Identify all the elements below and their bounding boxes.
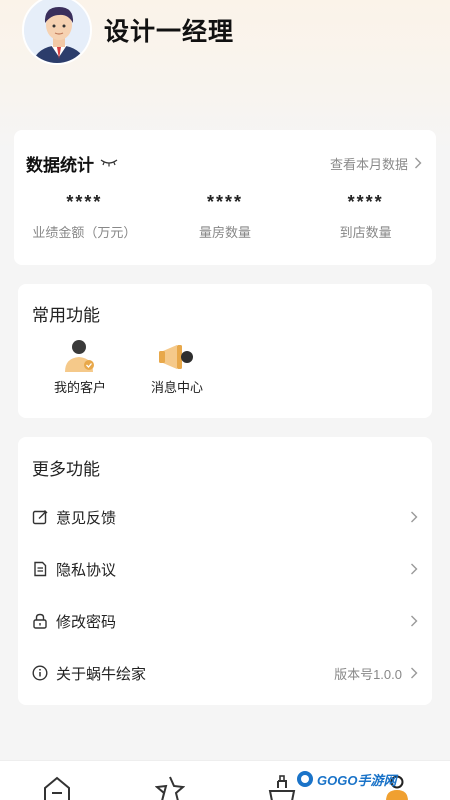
edit-icon (32, 510, 48, 525)
chevron-right-icon (411, 511, 418, 523)
message-center-label: 消息中心 (150, 380, 203, 395)
profile-header: 设计一经理 (22, 0, 442, 68)
more-functions-title: 更多功能 (32, 460, 100, 479)
star-icon[interactable] (155, 775, 185, 800)
user-name: 设计一经理 (104, 18, 235, 46)
privacy-policy-label: 隐私协议 (56, 561, 117, 579)
view-monthly-data-link[interactable]: 查看本月数据 (330, 154, 422, 173)
about-row[interactable]: 关于蜗牛绘家 版本号1.0.0 (32, 661, 418, 685)
change-password-row[interactable]: 修改密码 (32, 609, 418, 633)
feedback-label: 意见反馈 (56, 509, 117, 527)
document-icon (34, 561, 47, 577)
watermark-text: GOGO手游网 (317, 772, 397, 788)
watermark: GOGO手游网 (296, 766, 396, 792)
feedback-row[interactable]: 意见反馈 (32, 505, 418, 529)
view-monthly-data-label: 查看本月数据 (329, 156, 408, 172)
stats-card: 数据统计 查看本月数据 **** 业绩金额（万元） **** 量房数量 ****… (14, 130, 436, 265)
stat-store-visits[interactable]: **** 到店数量 (295, 192, 436, 241)
stat-performance[interactable]: **** 业绩金额（万元） (14, 192, 155, 241)
row-end (402, 615, 418, 627)
stat-value: **** (206, 192, 244, 212)
watermark-logo-icon (297, 771, 313, 787)
home-icon[interactable] (42, 775, 72, 800)
common-functions-title: 常用功能 (32, 306, 100, 325)
common-functions-card: 常用功能 我的客户 消息中心 (18, 284, 432, 418)
message-center-button[interactable]: 消息中心 (142, 338, 212, 396)
my-customers-label: 我的客户 (53, 380, 106, 395)
stats-title: 数据统计 (26, 151, 94, 176)
ship-icon[interactable] (267, 775, 297, 800)
chevron-right-icon (411, 563, 418, 575)
lock-icon (33, 613, 47, 629)
row-end (402, 511, 418, 523)
megaphone-icon (159, 345, 193, 369)
change-password-label: 修改密码 (56, 613, 117, 631)
stat-value: **** (66, 192, 103, 212)
chevron-right-icon (411, 615, 418, 627)
row-end (402, 563, 418, 575)
eye-closed-icon[interactable] (100, 158, 118, 168)
more-functions-card: 更多功能 意见反馈 隐私协议 修改密码 关于蜗牛绘家 版本号1.0.0 (18, 437, 432, 705)
stat-value: **** (347, 192, 384, 212)
avatar[interactable] (22, 0, 92, 65)
manager-avatar-icon (24, 0, 90, 63)
privacy-policy-row[interactable]: 隐私协议 (32, 557, 418, 581)
chevron-right-icon (411, 667, 418, 679)
chevron-right-icon (415, 157, 422, 169)
stat-label: 到店数量 (339, 225, 392, 240)
my-customers-button[interactable]: 我的客户 (45, 338, 115, 396)
stats-columns: **** 业绩金额（万元） **** 量房数量 **** 到店数量 (14, 192, 436, 241)
version-label: 版本号1.0.0 (334, 666, 402, 682)
stat-label: 量房数量 (199, 225, 252, 240)
stat-label: 业绩金额（万元） (32, 225, 137, 240)
row-end: 版本号1.0.0 (334, 664, 418, 683)
info-icon (32, 665, 48, 681)
about-label: 关于蜗牛绘家 (56, 665, 147, 683)
customer-icon (65, 340, 94, 372)
stat-measurements[interactable]: **** 量房数量 (155, 192, 296, 241)
stats-header: 数据统计 查看本月数据 (26, 151, 422, 176)
